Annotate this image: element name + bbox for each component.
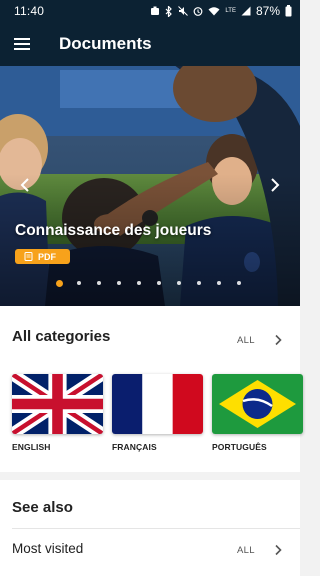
divider xyxy=(12,528,300,529)
uk-flag-icon xyxy=(12,374,103,434)
category-card-francais[interactable] xyxy=(112,374,203,434)
alarm-icon xyxy=(194,7,203,16)
category-label: ENGLISH xyxy=(12,442,51,452)
brazil-flag-icon xyxy=(212,374,303,434)
chevron-left-icon xyxy=(20,178,29,192)
carousel-dot[interactable] xyxy=(55,279,63,287)
category-label: PORTUGUÊS xyxy=(212,442,267,452)
section-title: See also xyxy=(12,499,73,516)
carousel-prev-button[interactable] xyxy=(16,176,36,197)
chevron-right-icon xyxy=(271,178,280,192)
status-time: 11:40 xyxy=(14,4,45,18)
carousel-dot[interactable] xyxy=(137,281,141,285)
chevron-right-icon[interactable] xyxy=(272,334,284,346)
carousel-dot[interactable] xyxy=(177,281,181,285)
carousel-dot[interactable] xyxy=(97,281,101,285)
hero-image xyxy=(0,66,300,306)
status-icons: LTE 87% xyxy=(150,4,292,18)
document-icon xyxy=(24,252,33,261)
bluetooth-icon xyxy=(165,5,173,17)
network-type: LTE xyxy=(225,8,236,14)
featured-carousel[interactable]: Connaissance des joueurs PDF xyxy=(0,66,300,306)
section-gap xyxy=(0,472,300,480)
notification-icon xyxy=(151,6,160,15)
categories-section: All categories ALL ENGLISH FRANÇAIS PORT… xyxy=(0,306,303,472)
carousel-next-button[interactable] xyxy=(264,176,284,197)
chevron-right-icon[interactable] xyxy=(272,544,284,556)
carousel-dot[interactable] xyxy=(217,281,221,285)
carousel-dot[interactable] xyxy=(157,281,161,285)
badge-label: PDF xyxy=(38,251,56,262)
carousel-dot[interactable] xyxy=(197,281,201,285)
see-also-section: See also Most visited ALL xyxy=(0,480,300,576)
battery-level: 87% xyxy=(255,4,280,18)
most-visited-all-link[interactable]: ALL xyxy=(237,545,255,556)
wifi-icon xyxy=(208,7,220,16)
battery-icon xyxy=(285,5,292,17)
categories-all-link[interactable]: ALL xyxy=(237,335,255,346)
most-visited-label[interactable]: Most visited xyxy=(12,541,83,556)
france-flag-icon xyxy=(112,374,203,434)
carousel-dot[interactable] xyxy=(77,281,81,285)
carousel-dot[interactable] xyxy=(237,281,241,285)
page-title: Documents xyxy=(59,34,152,53)
hamburger-menu-icon xyxy=(14,38,30,50)
document-title[interactable]: Connaissance des joueurs xyxy=(15,222,211,240)
pdf-badge: PDF xyxy=(15,249,70,264)
carousel-dot[interactable] xyxy=(117,281,121,285)
category-card-english[interactable] xyxy=(12,374,103,434)
app-bar: Documents xyxy=(0,22,300,66)
menu-button[interactable] xyxy=(0,22,44,66)
status-bar: 11:40 LTE 87% xyxy=(0,0,300,22)
section-title: All categories xyxy=(12,328,111,345)
signal-icon xyxy=(241,6,251,16)
category-label: FRANÇAIS xyxy=(112,442,157,452)
mute-icon xyxy=(178,6,189,16)
category-card-portugues[interactable] xyxy=(212,374,303,434)
